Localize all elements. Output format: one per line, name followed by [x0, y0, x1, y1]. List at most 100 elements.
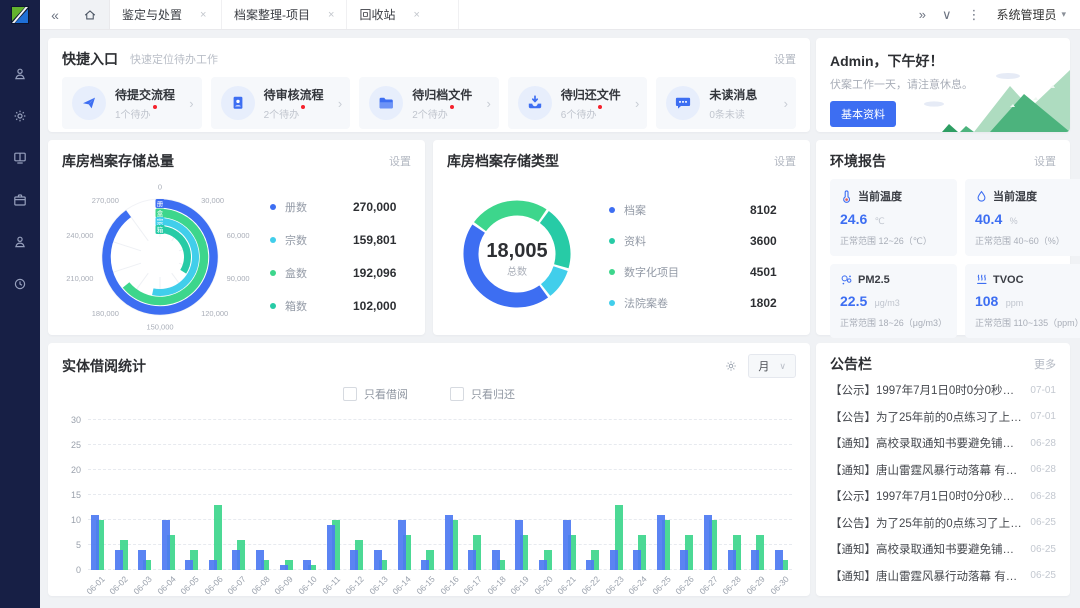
x-axis-label: 06-04 — [155, 574, 177, 596]
bar-借阅 — [492, 550, 500, 570]
panel-title: 快捷入口 — [62, 49, 118, 69]
bar-借阅 — [468, 550, 476, 570]
chevron-down-icon[interactable]: ∨ — [942, 7, 952, 23]
bar-借阅 — [586, 560, 594, 570]
sidebar-item-settings[interactable] — [6, 102, 34, 130]
chevron-right-icon: › — [486, 96, 490, 111]
topbar: « 鉴定与处置 × 档案整理-项目 × 回收站 × » ∨ ⋮ 系统管理员 ▾ — [40, 0, 1080, 30]
more-vertical-icon[interactable]: ⋮ — [967, 7, 980, 23]
close-tab-icon[interactable]: × — [200, 9, 206, 21]
dashboard-content: 快捷入口 快速定位待办工作 设置 待提交流程 1个待办 › 待审核流程 — [40, 30, 1080, 608]
tab-home[interactable] — [70, 0, 110, 29]
announcements-list: 【公示】1997年7月1日0时0分0秒，铭记这一历史时刻 07-01 【公告】为… — [816, 380, 1070, 596]
close-tab-icon[interactable]: × — [413, 9, 419, 21]
legend-item-资料[interactable]: 资料 3600 — [609, 233, 796, 249]
checkbox-icon[interactable] — [343, 387, 357, 401]
quick-card-4[interactable]: 未读消息 0条未读 › — [656, 77, 796, 129]
filter-checkbox-0[interactable]: 只看借阅 — [343, 386, 408, 402]
announcement-item-5[interactable]: 【公告】为了25年前的0点练习了上万次 06-25 — [830, 515, 1056, 531]
sidebar-item-members[interactable] — [6, 228, 34, 256]
caret-down-icon: ▾ — [1061, 9, 1066, 20]
announcement-item-4[interactable]: 【公示】1997年7月1日0时0分0秒，铭记这一历史时刻 06-28 — [830, 488, 1056, 504]
legend-item-盒数[interactable]: 盒数 192,096 — [270, 265, 411, 281]
chart-settings-icon[interactable] — [724, 359, 738, 373]
quick-card-label: 未读消息 — [709, 86, 757, 103]
profile-button[interactable]: 基本资料 — [830, 101, 896, 127]
quick-entry-settings-link[interactable]: 设置 — [774, 51, 796, 67]
legend-item-册数[interactable]: 册数 270,000 — [270, 199, 411, 215]
announcement-text: 【通知】高校录取通知书要避免铺张浪费 — [830, 541, 1022, 557]
storage-type-settings-link[interactable]: 设置 — [774, 153, 796, 169]
expand-tabs-icon[interactable]: » — [919, 7, 926, 22]
bar-group-06-26: 06-26 — [679, 420, 695, 570]
storage-total-settings-link[interactable]: 设置 — [389, 153, 411, 169]
bar-group-06-20: 06-20 — [538, 420, 554, 570]
quick-entry-cards: 待提交流程 1个待办 › 待审核流程 2个待办 › 待归档文件 2个待办 — [48, 75, 810, 129]
bar-借阅 — [327, 525, 335, 570]
tab-item-0[interactable]: 鉴定与处置 × — [110, 0, 222, 29]
folder-icon — [369, 86, 403, 120]
legend-item-档案[interactable]: 档案 8102 — [609, 202, 796, 218]
sidebar-item-storage[interactable] — [6, 186, 34, 214]
quick-card-0[interactable]: 待提交流程 1个待办 › — [62, 77, 202, 129]
quick-card-1[interactable]: 待审核流程 2个待办 › — [211, 77, 351, 129]
quick-card-label: 待审核流程 — [264, 86, 324, 103]
bar-group-06-13: 06-13 — [373, 420, 389, 570]
close-tab-icon[interactable]: × — [328, 9, 334, 21]
storage-total-panel: 库房档案存储总量 设置 册盒宗箱030,00060,00090,000120,0… — [48, 140, 425, 335]
bar-group-06-07: 06-07 — [231, 420, 247, 570]
user-menu[interactable]: 系统管理员 ▾ — [996, 6, 1066, 23]
x-axis-label: 06-01 — [84, 574, 106, 596]
red-dot-badge — [450, 105, 454, 109]
x-axis-label: 06-06 — [202, 574, 224, 596]
sidebar-item-archive[interactable] — [6, 144, 34, 172]
bar-group-06-11: 06-11 — [326, 420, 342, 570]
checkbox-icon[interactable] — [450, 387, 464, 401]
announcement-item-1[interactable]: 【公告】为了25年前的0点练习了上万次 07-01 — [830, 409, 1056, 425]
tab-item-1[interactable]: 档案整理-项目 × — [222, 0, 347, 29]
environment-settings-link[interactable]: 设置 — [1034, 153, 1056, 169]
env-card-header: 当前湿度 — [975, 188, 1080, 204]
period-select[interactable]: 月 ∨ — [748, 354, 796, 378]
announcement-item-0[interactable]: 【公示】1997年7月1日0时0分0秒，铭记这一历史时刻 07-01 — [830, 382, 1056, 398]
legend-item-法院案卷[interactable]: 法院案卷 1802 — [609, 295, 796, 311]
announcement-item-6[interactable]: 【通知】高校录取通知书要避免铺张浪费 06-25 — [830, 541, 1056, 557]
x-axis-label: 06-07 — [226, 574, 248, 596]
legend-name: 资料 — [624, 233, 646, 249]
tab-strip: 鉴定与处置 × 档案整理-项目 × 回收站 × — [110, 0, 459, 29]
x-axis-label: 06-08 — [249, 574, 271, 596]
env-card-3: TVOC 108 ppm 正常范围 110~135（ppm） — [965, 264, 1080, 338]
announcements-more-link[interactable]: 更多 — [1034, 356, 1056, 372]
x-axis-label: 06-30 — [768, 574, 790, 596]
announcement-item-7[interactable]: 【通知】唐山雷霆风暴行动落幕 有结果了吗 06-25 — [830, 568, 1056, 584]
legend-item-宗数[interactable]: 宗数 159,801 — [270, 232, 411, 248]
bar-借阅 — [162, 520, 170, 570]
bar-借阅 — [633, 550, 641, 570]
svg-text:册: 册 — [157, 200, 164, 208]
storage-type-chart: 18,005总数 档案 8102 资料 3600 数字化项目 4501 法院案卷… — [433, 177, 810, 335]
tab-item-2[interactable]: 回收站 × — [347, 0, 459, 29]
app-logo[interactable] — [0, 0, 40, 30]
bar-chart-plot: 0 5 10 15 20 25 30 06-01 — [88, 420, 792, 570]
sidebar-item-history[interactable] — [6, 270, 34, 298]
x-axis-label: 06-05 — [179, 574, 201, 596]
panel-title: 库房档案存储总量 — [62, 151, 174, 171]
archive-reader-icon — [12, 150, 28, 166]
left-column: 快捷入口 快速定位待办工作 设置 待提交流程 1个待办 › 待审核流程 — [48, 38, 810, 596]
announcement-item-3[interactable]: 【通知】唐山雷霆风暴行动落幕 有结果了吗 06-28 — [830, 462, 1056, 478]
quick-card-text: 未读消息 0条未读 — [709, 86, 757, 121]
sidebar-item-user[interactable] — [6, 60, 34, 88]
period-value: 月 — [758, 358, 769, 374]
legend-item-数字化项目[interactable]: 数字化项目 4501 — [609, 264, 796, 280]
bar-借阅 — [256, 550, 264, 570]
quick-card-3[interactable]: 待归还文件 6个待办 › — [508, 77, 648, 129]
collapse-sidebar-icon[interactable]: « — [40, 0, 70, 29]
bar-group-06-16: 06-16 — [444, 420, 460, 570]
legend-item-箱数[interactable]: 箱数 102,000 — [270, 298, 411, 314]
filter-checkbox-1[interactable]: 只看归还 — [450, 386, 515, 402]
announcement-item-2[interactable]: 【通知】高校录取通知书要避免铺张浪费 06-28 — [830, 435, 1056, 451]
svg-text:90,000: 90,000 — [227, 274, 250, 283]
tab-label: 档案整理-项目 — [234, 6, 310, 23]
topbar-right: » ∨ ⋮ 系统管理员 ▾ — [919, 0, 1080, 29]
quick-card-2[interactable]: 待归档文件 2个待办 › — [359, 77, 499, 129]
